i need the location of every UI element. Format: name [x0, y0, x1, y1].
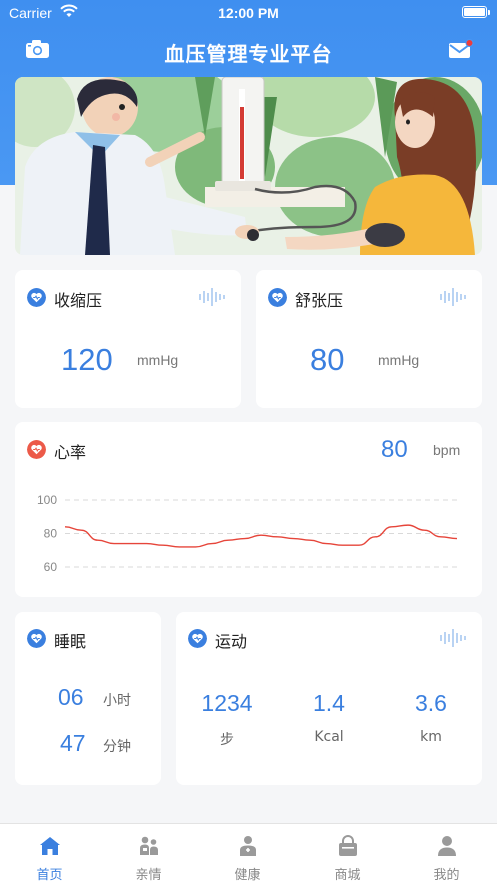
tab-label: 商城	[334, 868, 361, 883]
page-title: 血压管理专业平台	[164, 42, 333, 66]
heart-rate-card[interactable]: 心率 80 bpm 100 80 60	[15, 422, 482, 597]
mail-icon[interactable]	[448, 39, 474, 61]
diastolic-value: 80	[310, 342, 345, 377]
sleep-title: 睡眠	[54, 632, 87, 651]
systolic-value: 120	[61, 342, 113, 377]
sound-wave-icon	[440, 288, 466, 306]
diastolic-unit: mmHg	[378, 352, 420, 368]
heart-icon	[188, 629, 207, 648]
sound-wave-icon	[440, 629, 466, 647]
sleep-card[interactable]: 睡眠 06 小时 47 分钟	[15, 612, 161, 785]
sleep-minutes-unit: 分钟	[103, 739, 131, 755]
exercise-title: 运动	[215, 632, 248, 651]
shop-icon	[339, 835, 357, 856]
sleep-hours-value: 06	[58, 684, 84, 710]
tab-label: 首页	[36, 868, 63, 883]
distance-label: km	[420, 729, 442, 745]
tab-mine[interactable]: 我的	[397, 824, 496, 883]
heart-icon	[268, 288, 287, 307]
heart-rate-series-line	[64, 524, 458, 548]
home-icon	[40, 837, 60, 855]
exercise-distance: 3.6 km	[391, 690, 471, 745]
systolic-card[interactable]: 收缩压 120 mmHg	[15, 270, 241, 408]
calories-label: Kcal	[314, 729, 344, 745]
tab-label: 亲情	[135, 868, 162, 883]
heart-rate-chart: 100 80 60	[37, 493, 458, 574]
clock: 12:00 PM	[218, 5, 279, 21]
systolic-unit: mmHg	[137, 352, 179, 368]
tab-bar: 首页 亲情 健康 商城 我的	[0, 823, 497, 883]
family-icon	[140, 836, 158, 855]
systolic-title: 收缩压	[54, 291, 103, 310]
tab-health[interactable]: 健康	[198, 824, 297, 883]
tab-shop[interactable]: 商城	[298, 824, 397, 883]
tab-label: 健康	[234, 868, 261, 883]
y-tick-label: 60	[44, 560, 58, 574]
tab-label: 我的	[433, 868, 460, 883]
tab-family[interactable]: 亲情	[99, 824, 198, 883]
distance-value: 3.6	[415, 690, 447, 716]
y-tick-label: 100	[37, 493, 57, 507]
tab-home[interactable]: 首页	[0, 824, 99, 883]
y-tick-label: 80	[44, 527, 58, 541]
steps-label: 步	[220, 732, 234, 748]
sound-wave-icon	[199, 288, 225, 306]
heart-icon	[27, 288, 46, 307]
exercise-card[interactable]: 运动 1234 步 1.4 Kcal 3.6 km	[176, 612, 482, 785]
heart-icon	[27, 629, 46, 648]
status-bar: Carrier 12:00 PM	[0, 0, 497, 26]
sleep-minutes-value: 47	[60, 730, 86, 756]
nav-bar: 血压管理专业平台	[0, 30, 497, 74]
calories-value: 1.4	[313, 690, 345, 716]
exercise-calories: 1.4 Kcal	[289, 690, 369, 745]
doctor-patient-illustration	[15, 77, 482, 255]
health-icon	[240, 836, 256, 856]
sleep-hours-unit: 小时	[103, 693, 131, 709]
steps-value: 1234	[201, 690, 253, 716]
exercise-steps: 1234 步	[187, 690, 267, 749]
banner-illustration[interactable]	[15, 77, 482, 255]
diastolic-title: 舒张压	[295, 291, 344, 310]
battery-icon	[462, 6, 487, 18]
user-icon	[438, 836, 456, 856]
diastolic-card[interactable]: 舒张压 80 mmHg	[256, 270, 482, 408]
